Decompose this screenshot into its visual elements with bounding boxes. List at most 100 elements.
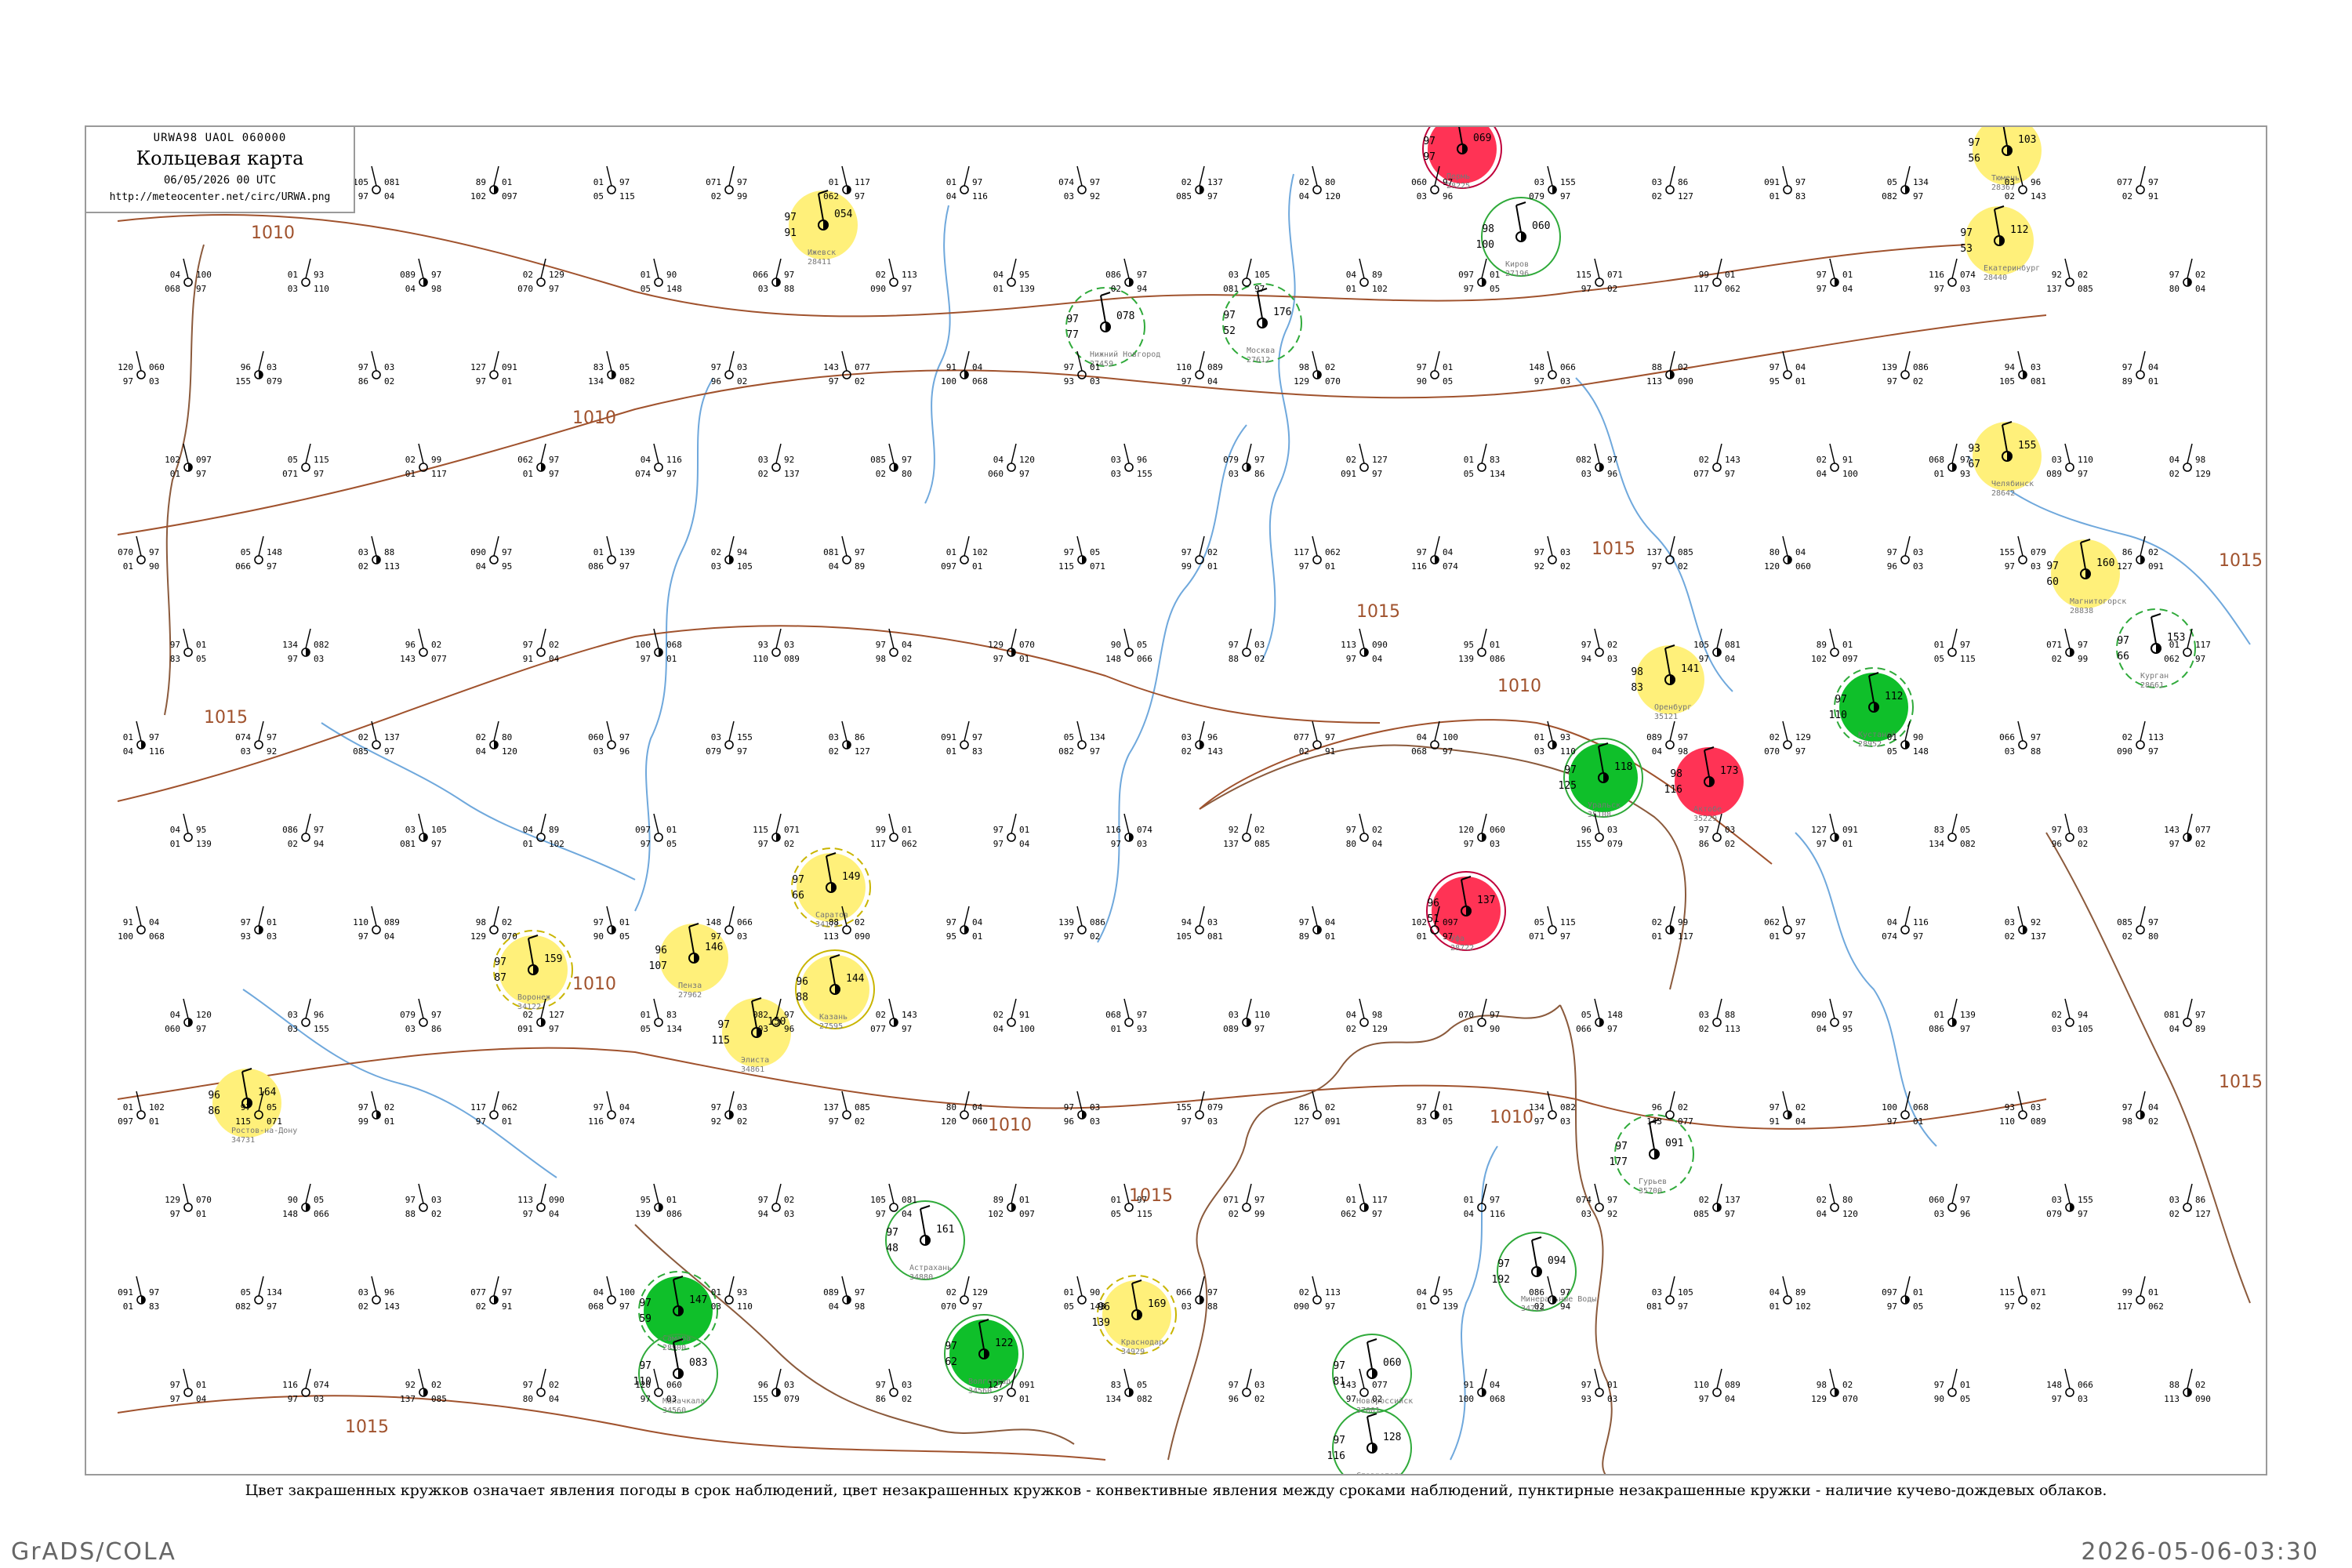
minor-value: 110 <box>753 654 768 664</box>
minor-value: 155 <box>2078 1195 2093 1205</box>
minor-value: 97 <box>476 1116 486 1127</box>
minor-value: 086 <box>1105 270 1121 280</box>
station-plot[interactable]: 98100060Киров27196 <box>1476 197 1561 278</box>
minor-value: 97 <box>1254 455 1265 465</box>
minor-value: 129 <box>988 640 1004 650</box>
minor-value: 01 <box>405 469 416 479</box>
minor-value: 100 <box>619 1287 635 1298</box>
minor-station-plot: 110 08997 04 <box>1176 350 1223 387</box>
minor-value: 079 <box>2031 547 2046 557</box>
station-name: Астрахань <box>909 1264 952 1272</box>
minor-station-plot: 97 0498 02 <box>2122 1091 2159 1127</box>
minor-station-plot: 148 06697 03 <box>706 906 753 942</box>
minor-station-plot: 085 9702 80 <box>870 443 912 479</box>
minor-value: 01 <box>123 1102 133 1112</box>
minor-value: 143 <box>902 1010 917 1020</box>
minor-value: 97 <box>1887 1301 1897 1312</box>
station-marker-icon <box>489 925 499 935</box>
wind-barb-icon <box>728 165 735 187</box>
minor-station-plot: 110 08997 04 <box>1693 1368 1740 1404</box>
wind-barb-icon <box>1123 998 1130 1019</box>
pressure-value: 173 <box>1720 765 1738 777</box>
station-plot[interactable]: 9688144Казань27595 <box>795 949 875 1031</box>
wind-barb-icon <box>1123 443 1130 464</box>
minor-value: 105 <box>2078 1024 2093 1034</box>
minor-value: 88 <box>2031 746 2041 757</box>
station-plot[interactable]: 98116173Актобе35229 <box>1664 746 1744 823</box>
station-marker-icon <box>2065 278 2074 287</box>
station-marker-icon <box>607 185 616 194</box>
minor-station-plot: 97 0280 04 <box>2169 258 2206 294</box>
map-canvas[interactable]: 1010101010151015101010151015101010101015… <box>86 127 2267 1475</box>
minor-value: 105 <box>353 177 368 187</box>
station-plot[interactable]: 9760160Магнитогорск28838 <box>2046 539 2126 615</box>
minor-station-plot: 120 06097 03 <box>1458 813 1505 849</box>
station-plot[interactable]: 9686164Ростов-на-Дону34731 <box>208 1068 297 1145</box>
minor-value: 089 <box>1725 1380 1740 1390</box>
wind-barb-feather-icon <box>1367 1338 1377 1343</box>
minor-value: 97 <box>1417 547 1427 557</box>
station-plot[interactable]: 96139169Краснодар34929 <box>1092 1275 1177 1356</box>
minor-value: 113 <box>2164 1394 2180 1404</box>
minor-value: 97 <box>2078 1209 2088 1219</box>
minor-value: 92 <box>1229 825 1239 835</box>
station-plot[interactable]: 9797069Пермь28225 <box>1422 127 1502 191</box>
station-name: Пенза <box>678 982 702 990</box>
minor-value: 02 <box>902 654 912 664</box>
minor-value: 97 <box>619 561 630 572</box>
station-marker-icon <box>1124 648 1134 657</box>
minor-value: 05 <box>1960 825 1970 835</box>
minor-station-plot: 113 09097 04 <box>517 1183 564 1219</box>
source-url[interactable]: http://meteocenter.net/circ/URWA.png <box>86 191 354 203</box>
minor-value: 01 <box>1934 640 1944 650</box>
station-plot[interactable]: 97115150Элиста34861 <box>712 997 791 1074</box>
station-plot[interactable]: 9762122Волгоград34560 <box>944 1314 1024 1396</box>
station-plot[interactable]: 97116128Ставрополь34949 <box>1327 1408 1412 1475</box>
minor-value: 02 <box>1725 839 1735 849</box>
minor-station-plot: 097 0197 05 <box>1882 1276 1923 1312</box>
minor-value: 03 <box>784 1380 794 1390</box>
minor-value: 99 <box>737 191 747 201</box>
station-plot[interactable]: 9777078Нижний Новгород27459 <box>1065 287 1160 368</box>
minor-station-plot: 03 8602 127 <box>2169 1183 2211 1219</box>
station-marker-icon <box>1712 1388 1722 1397</box>
wind-barb-icon <box>2017 906 2024 927</box>
station-marker-icon <box>536 278 546 287</box>
station-plot[interactable]: 9787159Воронеж34122 <box>493 930 573 1011</box>
minor-value: 105 <box>1999 376 2015 387</box>
minor-value: 86 <box>1299 1102 1309 1112</box>
station-plot[interactable]: 97177091Гурьев35700 <box>1610 1114 1694 1196</box>
wind-barb-icon <box>1011 813 1017 834</box>
minor-value: 03 <box>431 1195 441 1205</box>
wind-barb-icon <box>1123 258 1130 279</box>
station-marker-icon <box>724 370 734 379</box>
minor-value: 97 <box>196 284 206 294</box>
station-plot[interactable]: 9883141Оренбург35121 <box>1631 644 1704 721</box>
minor-value: 97 <box>1817 270 1827 280</box>
minor-value: 079 <box>1207 1102 1223 1112</box>
minor-value: 060 <box>1411 177 1427 187</box>
minor-value: 90 <box>1111 640 1121 650</box>
minor-value: 03 <box>2052 455 2062 465</box>
station-plot[interactable]: 9791054Ижевск28411 <box>784 190 858 267</box>
wind-barb-icon <box>1199 1091 1205 1112</box>
minor-value: 03 <box>1581 1209 1592 1219</box>
minor-value: 01 <box>288 270 298 280</box>
station-plot[interactable]: 9651137Уфа28722 <box>1426 871 1506 953</box>
minor-station-plot: 082 9703 96 <box>1576 443 1617 479</box>
wind-barb-icon <box>841 535 848 557</box>
station-plot[interactable]: 9766153Курган28661 <box>2116 608 2196 690</box>
wind-barb-icon <box>2140 1091 2146 1112</box>
station-plot[interactable]: 9748161Астрахань34880 <box>885 1200 965 1282</box>
minor-value: 04 <box>1417 732 1428 742</box>
minor-value: 085 <box>2078 284 2093 294</box>
minor-station-plot: 97 0190 05 <box>1417 350 1453 387</box>
station-plot[interactable]: 9367155Челябинск28642 <box>1968 421 2042 498</box>
minor-value: 070 <box>196 1195 212 1205</box>
minor-value: 115 <box>1560 917 1576 927</box>
station-marker-icon <box>1477 463 1486 472</box>
minor-value: 066 <box>2078 1380 2093 1390</box>
minor-station-plot: 05 148066 97 <box>235 535 282 572</box>
station-plot[interactable]: 97110112Кустанай28952 <box>1829 667 1914 749</box>
minor-value: 100 <box>118 931 133 942</box>
